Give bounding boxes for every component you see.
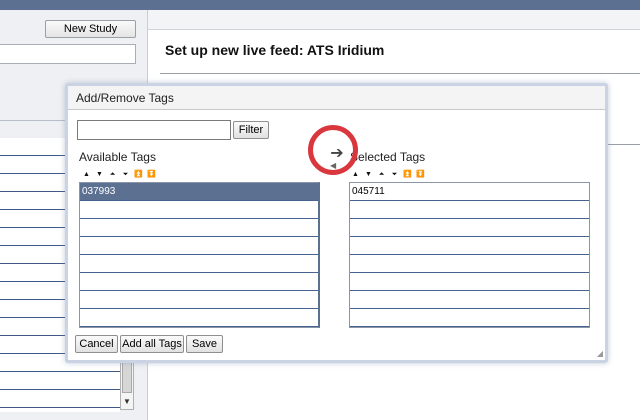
list-item[interactable]: [80, 255, 318, 273]
list-item[interactable]: [0, 372, 120, 390]
to-last-icon[interactable]: ⏬: [145, 170, 158, 180]
list-item[interactable]: [350, 255, 589, 273]
list-item[interactable]: [350, 201, 589, 219]
to-first-icon[interactable]: ⏫: [401, 170, 414, 180]
resize-grip-icon[interactable]: ◢: [595, 350, 603, 358]
list-item[interactable]: [350, 309, 589, 327]
available-ordering-controls: ▲ ▼ ⏶ ⏷ ⏫ ⏬: [80, 170, 158, 180]
dialog-titlebar[interactable]: Add/Remove Tags: [68, 86, 605, 110]
left-header-bar: [0, 0, 148, 10]
available-tags-list[interactable]: 037993: [79, 182, 320, 328]
save-button[interactable]: Save: [186, 335, 223, 353]
move-down-icon[interactable]: ▼: [362, 170, 375, 180]
list-item[interactable]: 037993: [80, 183, 318, 201]
new-study-button[interactable]: New Study: [45, 20, 136, 38]
list-item[interactable]: 045711: [350, 183, 589, 201]
list-item[interactable]: [0, 390, 120, 408]
cancel-button[interactable]: Cancel: [75, 335, 118, 353]
to-first-icon[interactable]: ⏫: [132, 170, 145, 180]
move-bottom-icon[interactable]: ⏷: [119, 170, 132, 180]
move-top-icon[interactable]: ⏶: [375, 170, 388, 180]
to-last-icon[interactable]: ⏬: [414, 170, 427, 180]
highlight-ring-icon: [308, 125, 358, 175]
move-top-icon[interactable]: ⏶: [106, 170, 119, 180]
list-item[interactable]: [80, 291, 318, 309]
left-search-input[interactable]: [0, 44, 136, 64]
scroll-down-icon[interactable]: ▼: [121, 395, 133, 409]
list-item[interactable]: [80, 201, 318, 219]
list-item[interactable]: [80, 273, 318, 291]
add-all-tags-button[interactable]: Add all Tags: [120, 335, 184, 353]
selected-ordering-controls: ▲ ▼ ⏶ ⏷ ⏫ ⏬: [349, 170, 427, 180]
title-divider: [160, 73, 640, 74]
move-up-icon[interactable]: ▲: [349, 170, 362, 180]
dialog-title: Add/Remove Tags: [76, 91, 174, 105]
move-up-icon[interactable]: ▲: [80, 170, 93, 180]
move-bottom-icon[interactable]: ⏷: [388, 170, 401, 180]
list-item[interactable]: [350, 237, 589, 255]
move-down-icon[interactable]: ▼: [93, 170, 106, 180]
filter-button[interactable]: Filter: [233, 121, 269, 139]
list-item[interactable]: [80, 309, 318, 327]
available-tags-label: Available Tags: [79, 150, 156, 164]
list-item[interactable]: [350, 273, 589, 291]
main-header-bar: [148, 0, 640, 10]
selected-tags-list[interactable]: 045711: [349, 182, 590, 328]
page-title: Set up new live feed: ATS Iridium: [165, 42, 385, 58]
list-item[interactable]: [350, 291, 589, 309]
tag-filter-input[interactable]: [77, 120, 231, 140]
list-item[interactable]: [80, 237, 318, 255]
list-item[interactable]: [80, 219, 318, 237]
main-toolbar: [148, 10, 640, 30]
list-item[interactable]: [350, 219, 589, 237]
selected-tags-label: Selected Tags: [350, 150, 426, 164]
add-remove-tags-dialog: Add/Remove Tags Filter Available Tags Se…: [65, 83, 608, 363]
